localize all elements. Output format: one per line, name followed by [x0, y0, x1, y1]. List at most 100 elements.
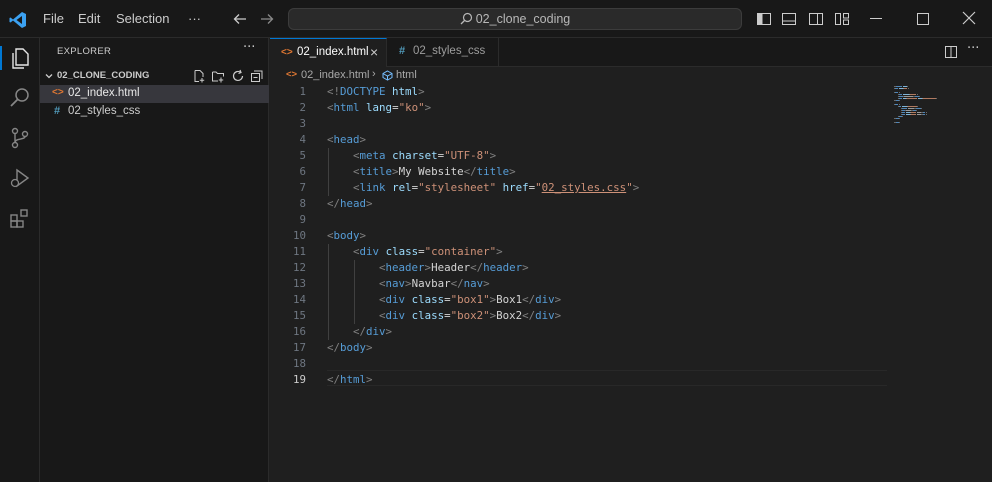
minimap-token	[923, 98, 936, 99]
more-actions-button[interactable]: ···	[967, 41, 979, 56]
explorer-more-button[interactable]: ···	[243, 40, 255, 55]
code-token: div	[535, 293, 555, 306]
code-token: header	[483, 261, 523, 274]
menu-edit[interactable]: Edit	[78, 0, 100, 38]
tab-label: 02_index.html	[297, 46, 369, 58]
code-line[interactable]: 19 </html>	[270, 372, 890, 388]
folder-header[interactable]: 02_CLONE_CODING	[40, 68, 269, 85]
code-token: >	[385, 325, 393, 338]
code-line[interactable]: 14 <div class="box1">Box1</div>	[270, 292, 890, 308]
code-line[interactable]: 7 <link rel="stylesheet" href="02_styles…	[270, 180, 890, 196]
run-and-debug-icon[interactable]	[8, 166, 32, 190]
code-token: div	[359, 245, 380, 258]
menu-file[interactable]: File	[43, 0, 64, 38]
line-number: 16	[292, 325, 306, 338]
code-token: 02_styles.css	[541, 181, 627, 194]
back-arrow-icon[interactable]	[232, 11, 248, 27]
code-line[interactable]: 9	[270, 212, 890, 228]
html-file-icon: <>	[281, 47, 293, 58]
close-tab-icon[interactable]: ×	[370, 44, 378, 60]
code-line[interactable]: 5 <meta charset="UTF-8">	[270, 148, 890, 164]
line-content: <header>Header</header>	[327, 260, 529, 276]
code-line[interactable]: 17 </body>	[270, 340, 890, 356]
minimap-token	[917, 106, 919, 107]
line-content: <!DOCTYPE html>	[327, 84, 425, 100]
source-control-icon[interactable]	[8, 126, 32, 150]
explorer-sidebar: EXPLORER ··· 02_CLONE_CODING <> 02_index…	[40, 38, 269, 482]
minimap-token	[925, 114, 927, 115]
breadcrumb-file[interactable]: 02_index.html	[301, 69, 370, 81]
close-window-icon[interactable]	[962, 11, 978, 27]
maximize-icon[interactable]	[917, 13, 929, 25]
code-line[interactable]: 12 <header>Header</header>	[270, 260, 890, 276]
code-line[interactable]: 3	[270, 116, 890, 132]
code-line[interactable]: 4 <head>	[270, 132, 890, 148]
code-token: >	[366, 341, 373, 354]
line-content: <title>My Website</title>	[327, 164, 516, 180]
html-file-icon: <>	[52, 87, 64, 98]
code-line[interactable]: 13 <nav>Navbar</nav>	[270, 276, 890, 292]
forward-arrow-icon[interactable]	[259, 11, 275, 27]
code-token: >	[509, 165, 516, 178]
line-number: 4	[299, 133, 306, 146]
command-center-search[interactable]: 02_clone_coding	[288, 8, 742, 30]
code-token: "box2"	[450, 309, 490, 322]
code-line[interactable]: 2 <html lang="ko">	[270, 100, 890, 116]
file-item-styles-css[interactable]: # 02_styles_css	[40, 103, 269, 121]
code-token: div	[385, 309, 406, 322]
search-icon	[460, 12, 473, 25]
toggle-panel-icon[interactable]	[781, 11, 797, 27]
toggle-secondary-sidebar-icon[interactable]	[808, 11, 824, 27]
minimap-token	[895, 86, 903, 87]
line-number: 11	[292, 245, 306, 258]
menu-selection[interactable]: Selection	[116, 0, 169, 38]
code-token: header	[385, 261, 425, 274]
minimap-token	[906, 86, 908, 87]
code-token: nav	[385, 277, 406, 290]
line-content: <head>	[327, 132, 366, 148]
code-token: >	[483, 277, 490, 290]
line-content: </body>	[327, 340, 373, 356]
code-line[interactable]: 15 <div class="box2">Box2</div>	[270, 308, 890, 324]
breadcrumb-symbol[interactable]: html	[396, 69, 417, 81]
code-token: div	[385, 293, 406, 306]
code-token: >	[489, 149, 497, 162]
code-line[interactable]: 6 <title>My Website</title>	[270, 164, 890, 180]
search-icon[interactable]	[8, 86, 32, 110]
code-line[interactable]: 18	[270, 356, 890, 372]
toggle-primary-sidebar-icon[interactable]	[756, 11, 772, 27]
code-line[interactable]: 16 </div>	[270, 324, 890, 340]
tab-styles-css[interactable]: # 02_styles_css	[387, 38, 499, 67]
explorer-files-icon[interactable]	[8, 46, 32, 70]
code-token: link	[359, 181, 386, 194]
code-token: >	[554, 293, 562, 306]
collapse-all-icon[interactable]	[250, 69, 264, 83]
new-folder-icon[interactable]	[211, 69, 225, 83]
activity-bar	[0, 38, 40, 482]
split-editor-icon[interactable]	[944, 45, 958, 59]
minimap-token	[899, 100, 901, 101]
code-line[interactable]: 10 <body>	[270, 228, 890, 244]
customize-layout-icon[interactable]	[834, 11, 850, 27]
code-token: "ko"	[398, 101, 425, 114]
code-line[interactable]: 1 <!DOCTYPE html>	[270, 84, 890, 100]
code-line[interactable]: 8 </head>	[270, 196, 890, 212]
vscode-logo-icon[interactable]	[9, 11, 27, 29]
code-token: >	[496, 245, 503, 258]
new-file-icon[interactable]	[192, 69, 206, 83]
minimap[interactable]	[894, 84, 992, 482]
line-content: <meta charset="UTF-8">	[327, 148, 496, 164]
minimap-token	[899, 122, 901, 123]
refresh-icon[interactable]	[231, 69, 245, 83]
line-content: <body>	[327, 228, 366, 244]
code-token: href	[502, 181, 529, 194]
file-item-index-html[interactable]: <> 02_index.html	[40, 85, 269, 103]
minimap-token	[921, 108, 922, 109]
code-line[interactable]: 11 <div class="container">	[270, 244, 890, 260]
minimize-icon[interactable]	[870, 18, 882, 19]
code-editor[interactable]: 1 <!DOCTYPE html> 2 <html lang="ko"> 3 4 <head…	[270, 84, 992, 482]
tab-index-html[interactable]: <> 02_index.html ×	[270, 38, 387, 67]
extensions-icon[interactable]	[8, 206, 32, 230]
menu-more[interactable]: ···	[188, 0, 201, 38]
